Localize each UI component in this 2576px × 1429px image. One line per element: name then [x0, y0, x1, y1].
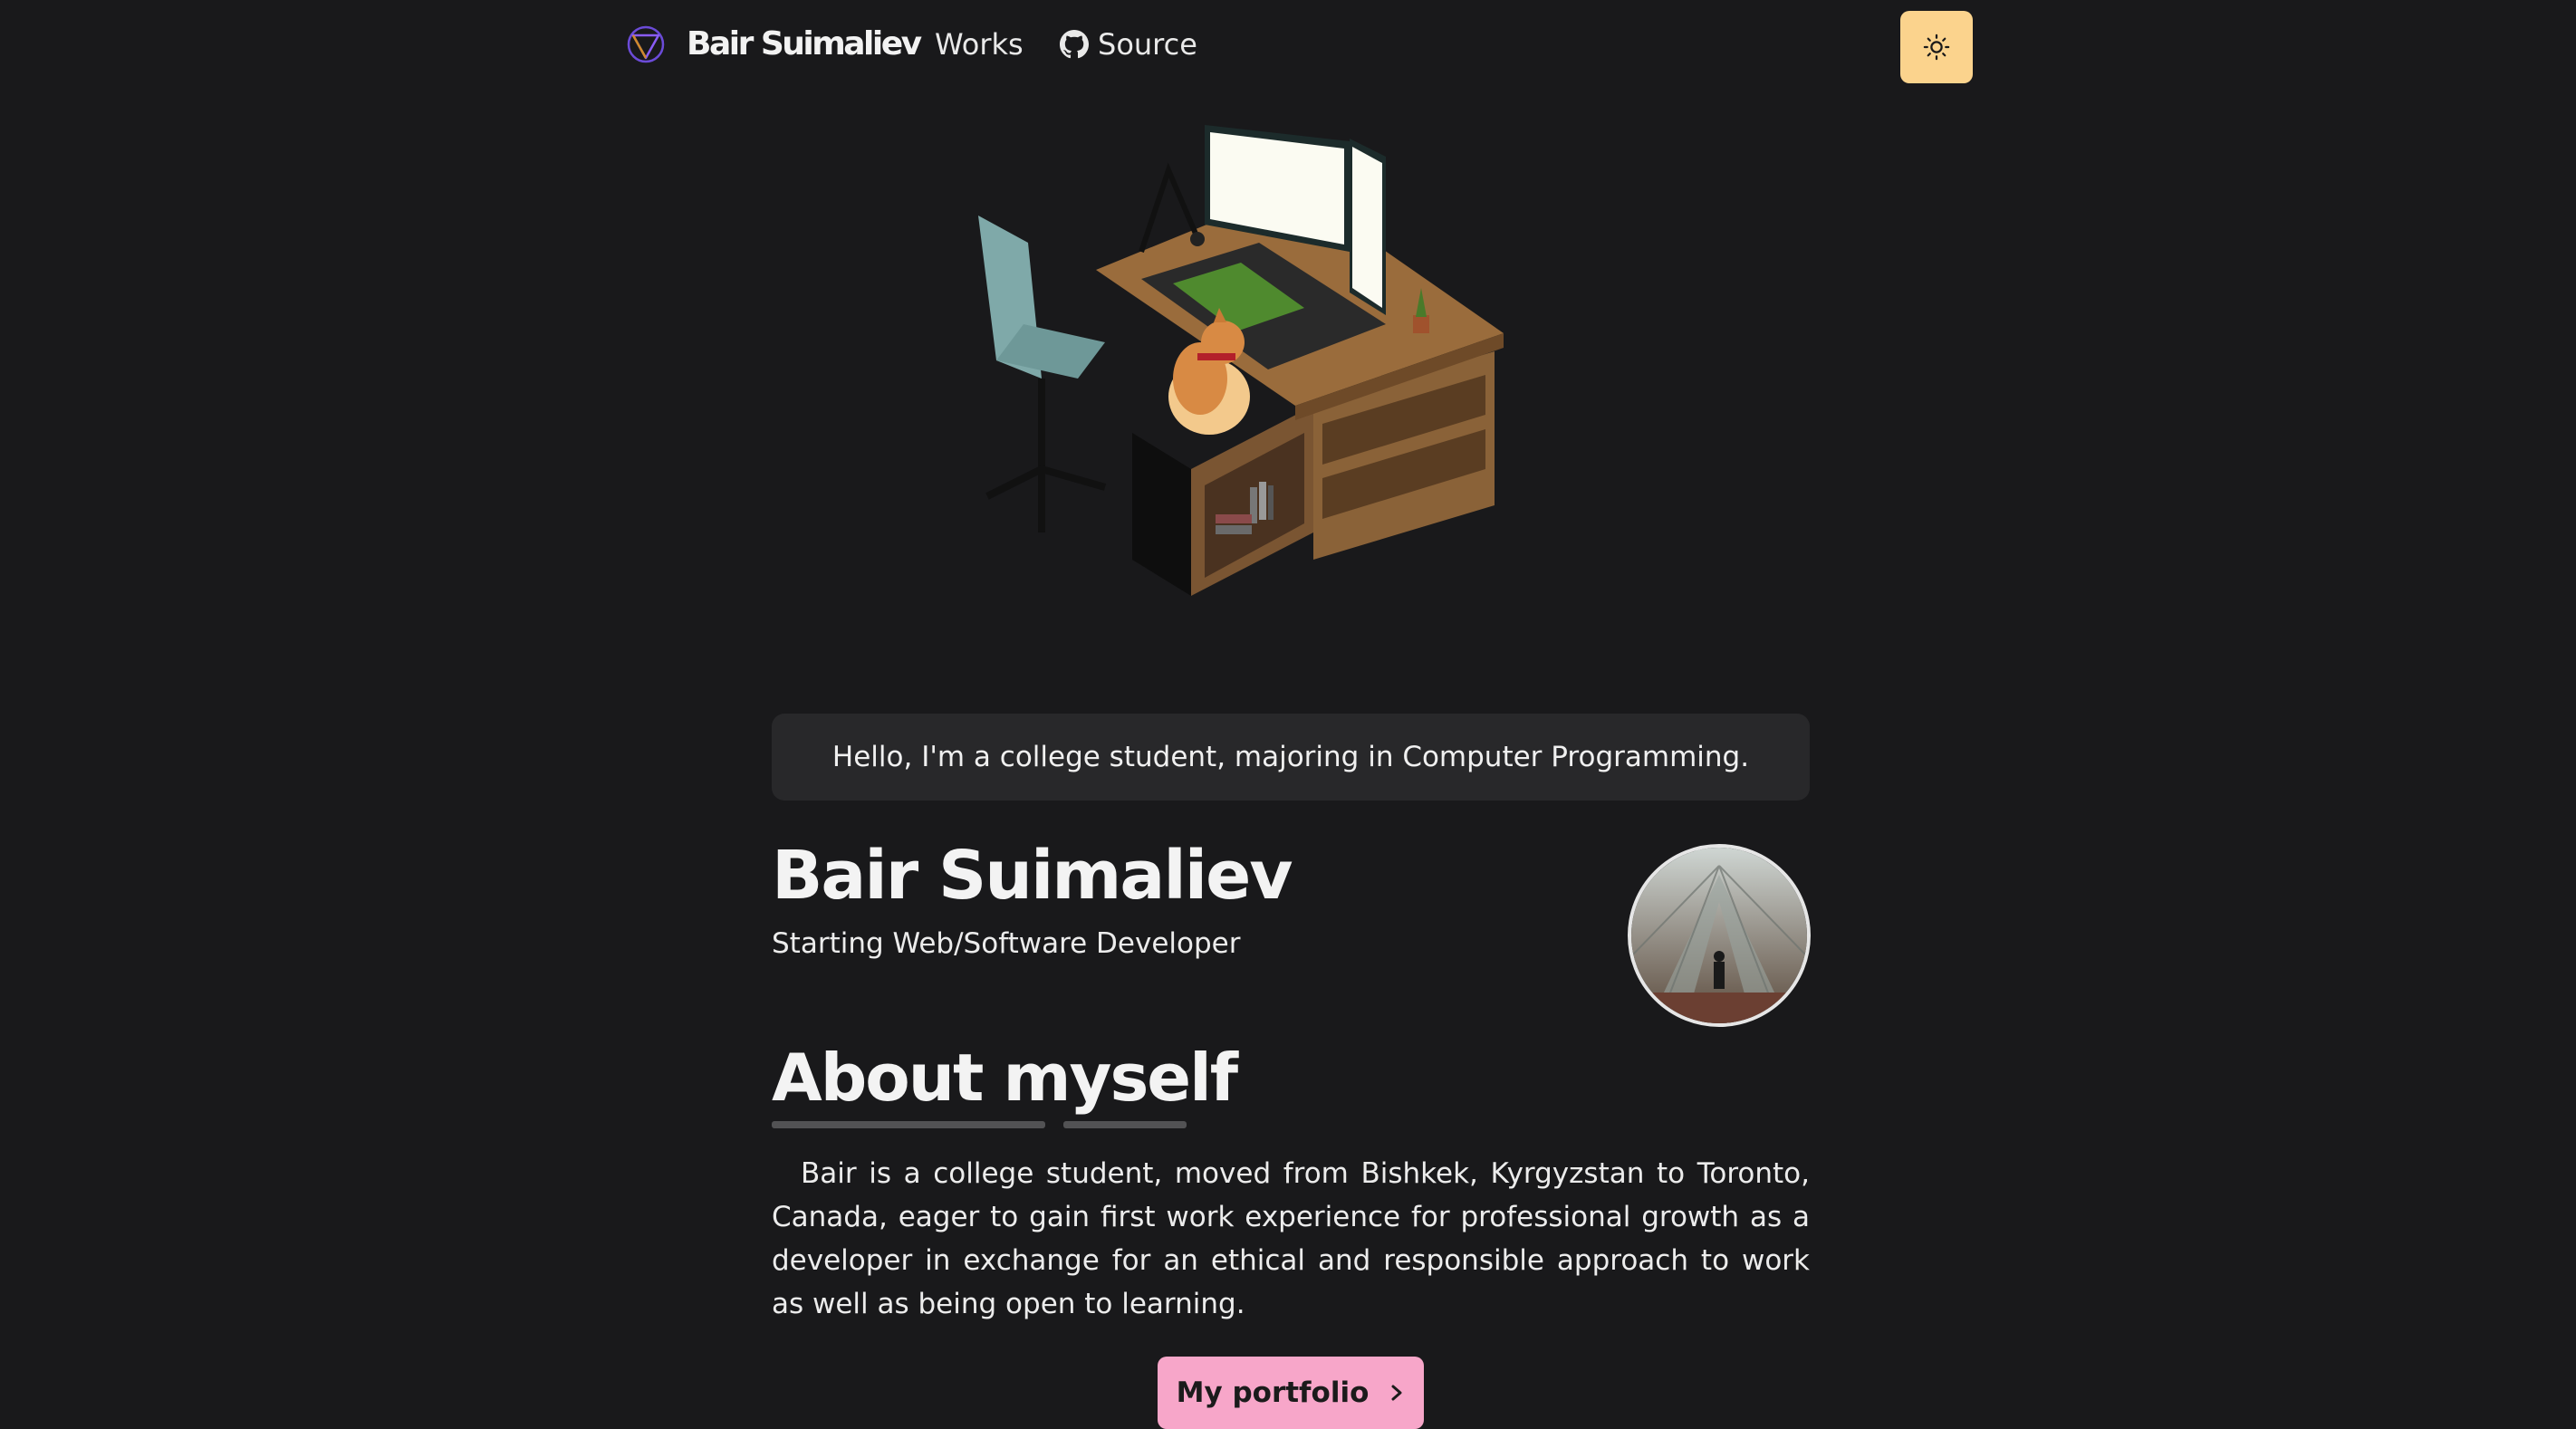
nav-link-source-label: Source	[1098, 27, 1197, 62]
profile-name: Bair Suimaliev	[772, 837, 1293, 915]
about-paragraph: Bair is a college student, moved from Bi…	[772, 1157, 1810, 1320]
my-portfolio-label: My portfolio	[1176, 1376, 1370, 1409]
sun-icon	[1923, 34, 1950, 61]
about-section-title: About myself	[772, 1040, 1238, 1116]
profile-photo	[1631, 848, 1807, 1023]
title-underline	[1063, 1121, 1187, 1128]
avatar	[1628, 844, 1811, 1027]
brand-name[interactable]: Bair Suimaliev	[687, 25, 922, 62]
github-icon	[1060, 30, 1089, 59]
nav-link-source[interactable]: Source	[1060, 27, 1197, 62]
desk-illustration[interactable]	[960, 107, 1522, 614]
nav-link-works[interactable]: Works	[935, 27, 1024, 62]
about-title-word1: About	[772, 1040, 984, 1116]
logo-icon[interactable]	[625, 24, 667, 65]
profile-role: Starting Web/Software Developer	[772, 927, 1241, 960]
chevron-right-icon	[1391, 1385, 1402, 1401]
greeting-banner: Hello, I'm a college student, majoring i…	[772, 714, 1810, 801]
my-portfolio-button[interactable]: My portfolio	[1158, 1357, 1424, 1429]
about-title-word2: myself	[1003, 1040, 1238, 1116]
theme-toggle-button[interactable]	[1900, 11, 1973, 83]
title-underline	[772, 1121, 1045, 1128]
top-navbar: Bair Suimaliev Works Source	[0, 0, 2576, 94]
